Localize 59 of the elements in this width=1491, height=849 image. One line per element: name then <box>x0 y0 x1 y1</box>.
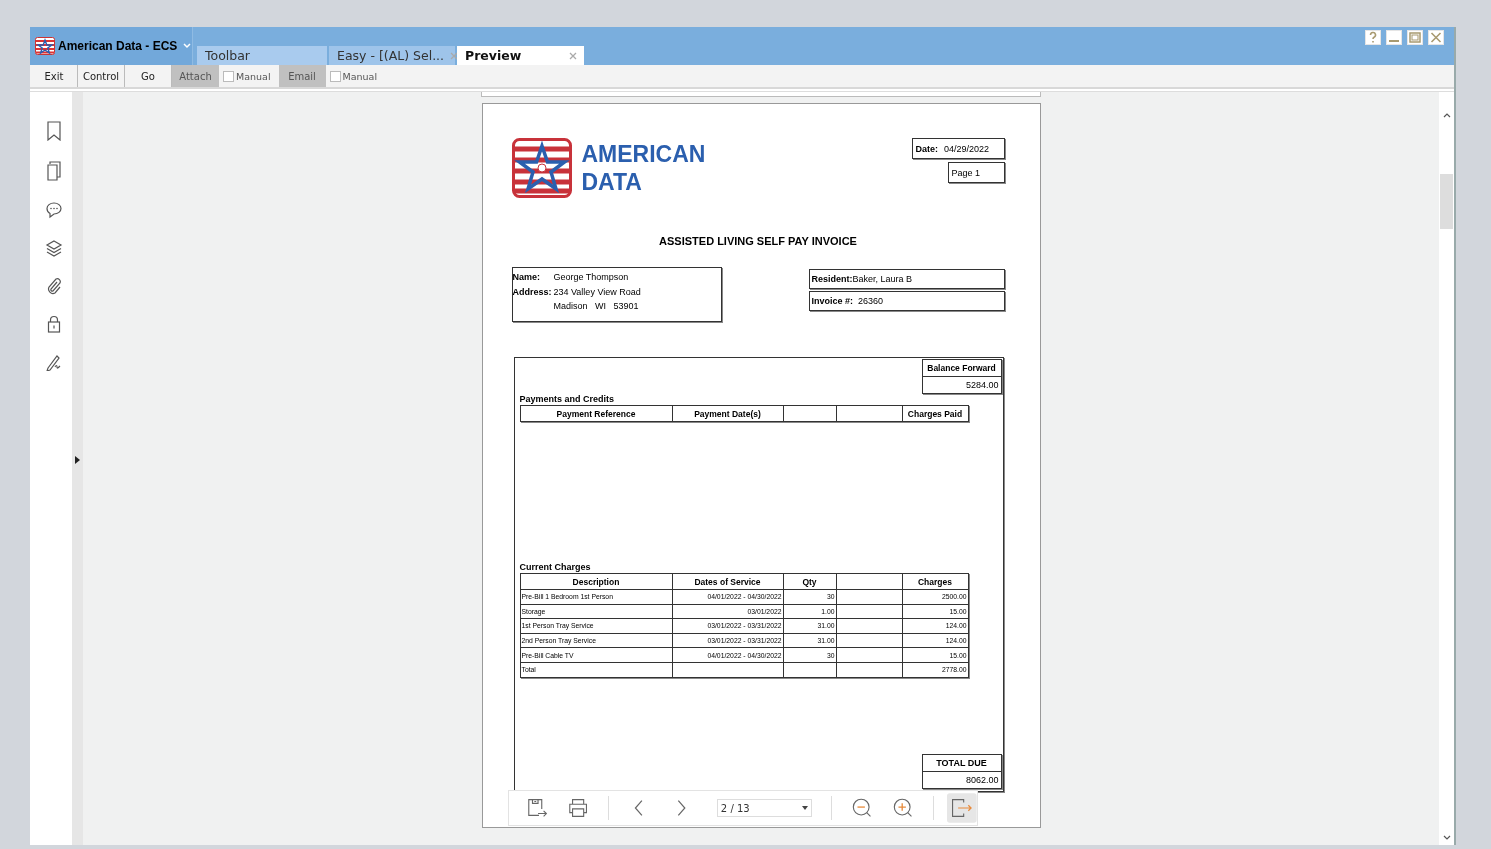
scroll-thumb[interactable] <box>1440 174 1453 229</box>
chevron-down-icon <box>183 43 192 49</box>
tab[interactable]: Preview <box>457 46 584 65</box>
column-header: Description <box>520 574 673 590</box>
column-header: Dates of Service <box>672 574 784 590</box>
address-line: Madison WI 53901 <box>553 300 640 313</box>
pages-icon[interactable] <box>46 161 62 181</box>
expand-arrow-icon[interactable] <box>75 455 80 464</box>
app-menu[interactable]: American Data - ECS <box>30 27 193 65</box>
field-label: Resident: <box>811 274 853 284</box>
page-dropdown[interactable]: 2 / 13 <box>716 799 812 817</box>
flag-star-logo-icon <box>511 138 572 198</box>
address-line: 234 Valley View Road <box>553 287 641 298</box>
comment-icon[interactable] <box>45 201 63 219</box>
field-value: George Thompson <box>553 272 629 282</box>
section-heading: Current Charges <box>519 562 592 572</box>
column-header: Charges Paid <box>902 406 969 422</box>
checkbox[interactable]: Manual <box>219 65 279 87</box>
column-header: Payment Date(s) <box>672 406 784 422</box>
table-cell <box>836 604 903 620</box>
total-due-label: TOTAL DUE <box>922 755 1001 772</box>
help-icon[interactable] <box>1365 30 1381 45</box>
balance-forward-value: 5284.00 <box>964 379 1000 392</box>
page-number: Page 1 <box>947 162 1005 183</box>
lock-icon[interactable] <box>46 315 62 333</box>
logo-text: DATA <box>581 168 643 196</box>
column-header: Charges <box>902 574 969 590</box>
exit-icon[interactable] <box>947 792 977 824</box>
field-label: Invoice #: <box>811 296 853 306</box>
table-cell <box>836 648 903 663</box>
tab[interactable]: Toolbar <box>197 46 327 65</box>
print-icon[interactable] <box>567 796 590 820</box>
field-label: Date: <box>915 143 938 154</box>
caret-icon <box>801 806 808 810</box>
column-header: Payment Reference <box>520 406 673 422</box>
scroll-down-icon[interactable] <box>1442 835 1451 841</box>
minimize-icon[interactable] <box>1386 30 1402 45</box>
field-value: 04/29/2022 <box>944 143 990 154</box>
table-cell <box>836 590 903 605</box>
section-heading: Payments and Credits <box>519 394 616 404</box>
layers-icon[interactable] <box>45 239 63 257</box>
flag-logo-icon <box>35 37 55 55</box>
signature-icon[interactable] <box>45 353 63 371</box>
field-value: Baker, Laura B <box>852 274 913 284</box>
scroll-up-icon[interactable] <box>1442 112 1451 118</box>
bookmark-icon[interactable] <box>46 121 62 141</box>
invoice-title: ASSISTED LIVING SELF PAY INVOICE <box>658 235 858 247</box>
field-label: Name: <box>512 272 541 282</box>
field-value: 26360 <box>858 296 884 306</box>
total-due-value: 8062.00 <box>964 774 1000 787</box>
paperclip-icon[interactable] <box>46 277 62 295</box>
table-cell <box>836 633 903 649</box>
balance-forward-label: Balance Forward <box>922 360 1001 377</box>
table-cell <box>836 619 903 634</box>
checkbox[interactable]: Manual <box>325 65 386 87</box>
logo-text: AMERICAN <box>581 140 706 168</box>
tab[interactable]: Easy - [(AL) Sel... <box>329 46 455 65</box>
column-header: Qty <box>783 574 837 590</box>
field-label: Address: <box>512 287 552 299</box>
